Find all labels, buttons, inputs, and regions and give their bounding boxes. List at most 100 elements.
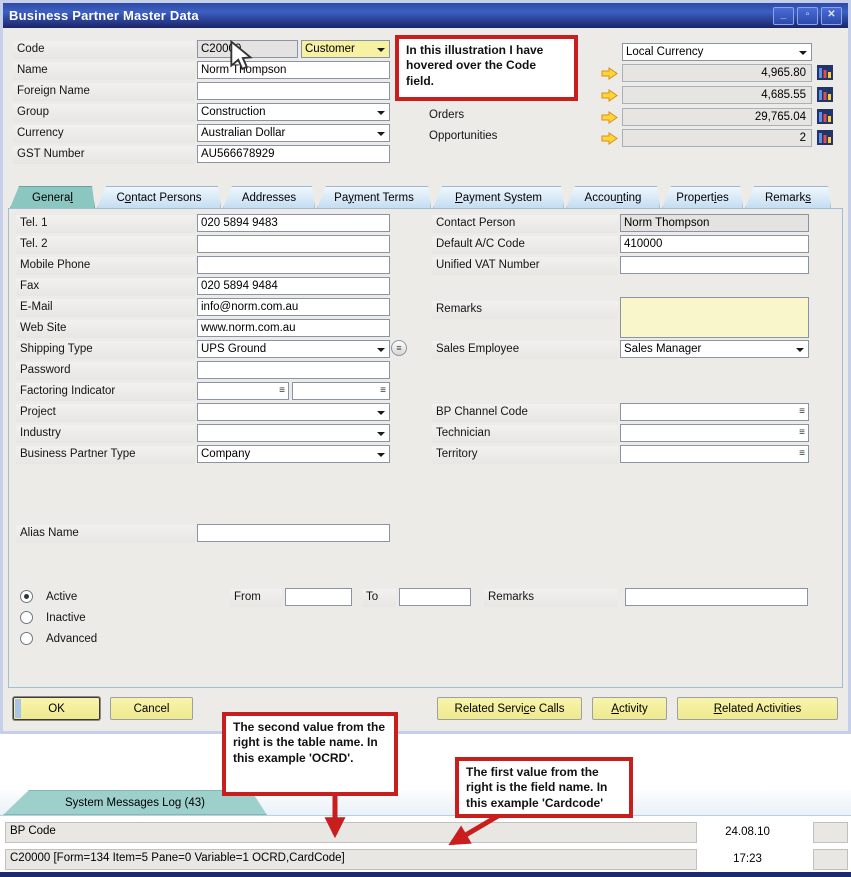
gst-field[interactable]: AU566678929: [197, 145, 390, 163]
advanced-radio[interactable]: [20, 632, 33, 645]
status-field-description: BP Code: [5, 822, 697, 843]
industry-combo[interactable]: [197, 424, 390, 442]
group-combo[interactable]: Construction: [197, 103, 390, 121]
alias-name-field[interactable]: [197, 524, 390, 542]
factoring-indicator-label: Factoring Indicator: [16, 383, 195, 401]
link-arrow-icon[interactable]: [601, 132, 618, 145]
choose-from-list-icon[interactable]: ≡: [799, 427, 805, 439]
contact-person-field[interactable]: Norm Thompson: [620, 214, 809, 232]
territory-label: Territory: [432, 446, 618, 464]
ok-button-accent: [15, 699, 21, 718]
tab-contact-persons[interactable]: Contact Persons: [97, 186, 221, 208]
business-partner-type-combo[interactable]: Company: [197, 445, 390, 463]
shipping-type-label: Shipping Type: [16, 341, 195, 359]
inactive-radio[interactable]: [20, 611, 33, 624]
bp-type-combo[interactable]: Customer: [301, 40, 390, 58]
app-bottom-bar: [0, 872, 851, 877]
unified-vat-field[interactable]: [620, 256, 809, 274]
range-remarks-label: Remarks: [484, 589, 617, 607]
sales-employee-combo[interactable]: Sales Manager: [620, 340, 809, 358]
chevron-down-icon: [377, 453, 385, 457]
choose-from-list-icon[interactable]: ≡: [380, 385, 386, 397]
related-service-calls-button[interactable]: Related Service Calls: [437, 697, 582, 720]
group-label: Group: [13, 104, 195, 122]
email-label: E-Mail: [16, 299, 195, 317]
tab-remarks[interactable]: Remarks: [745, 186, 831, 208]
bp-channel-code-field[interactable]: ≡: [620, 403, 809, 421]
status-extra-field-2: [813, 849, 848, 870]
tab-payment-terms[interactable]: Payment Terms: [317, 186, 431, 208]
website-field[interactable]: www.norm.com.au: [197, 319, 390, 337]
mobile-field[interactable]: [197, 256, 390, 274]
bp-master-data-window: Business Partner Master Data _ ▫ ✕ Code …: [0, 0, 851, 734]
choose-from-list-icon[interactable]: ≡: [799, 406, 805, 418]
chart-icon[interactable]: [816, 86, 834, 103]
link-list-icon[interactable]: ≡: [391, 340, 407, 356]
remarks-field[interactable]: [620, 297, 809, 338]
business-partner-type-label: Business Partner Type: [16, 446, 195, 464]
email-field[interactable]: info@norm.com.au: [197, 298, 390, 316]
tab-addresses[interactable]: Addresses: [223, 186, 315, 208]
status-time: 17:23: [705, 853, 790, 865]
minimize-icon[interactable]: _: [773, 7, 794, 25]
fax-field[interactable]: 020 5894 9484: [197, 277, 390, 295]
tab-properties[interactable]: Properties: [662, 186, 743, 208]
tab-payment-system[interactable]: Payment System: [433, 186, 564, 208]
maximize-icon[interactable]: ▫: [797, 7, 818, 25]
choose-from-list-icon[interactable]: ≡: [279, 385, 285, 397]
project-combo[interactable]: [197, 403, 390, 421]
industry-label: Industry: [16, 425, 195, 443]
shipping-type-combo[interactable]: UPS Ground: [197, 340, 390, 358]
display-currency-combo[interactable]: Local Currency: [622, 43, 812, 61]
window-frame-left: [0, 0, 3, 734]
tab-accounting[interactable]: Accounting: [566, 186, 660, 208]
tel1-field[interactable]: 020 5894 9483: [197, 214, 390, 232]
activity-button[interactable]: Activity: [592, 697, 667, 720]
opportunities-label: Opportunities: [425, 128, 501, 146]
window-title: Business Partner Master Data: [9, 8, 199, 23]
link-arrow-icon[interactable]: [601, 111, 618, 124]
hover-annotation: In this illustration I have hovered over…: [395, 35, 578, 101]
choose-from-list-icon[interactable]: ≡: [799, 448, 805, 460]
alias-name-label: Alias Name: [16, 525, 195, 543]
active-radio[interactable]: [20, 590, 33, 603]
code-label: Code: [13, 41, 195, 59]
factoring-indicator-field-1[interactable]: ≡: [197, 382, 289, 400]
password-field[interactable]: [197, 361, 390, 379]
deliveries-field: 4,685.55: [622, 86, 812, 104]
balance-field: 4,965.80: [622, 64, 812, 82]
range-remarks-field[interactable]: [625, 588, 808, 606]
foreign-name-field[interactable]: [197, 82, 390, 100]
related-activities-button[interactable]: Related Activities: [677, 697, 838, 720]
password-label: Password: [16, 362, 195, 380]
currency-combo[interactable]: Australian Dollar: [197, 124, 390, 142]
orders-field: 29,765.04: [622, 108, 812, 126]
factoring-indicator-field-2[interactable]: ≡: [292, 382, 390, 400]
sales-employee-label: Sales Employee: [432, 341, 618, 359]
cancel-button[interactable]: Cancel: [110, 697, 193, 720]
link-arrow-icon[interactable]: [601, 67, 618, 80]
to-field[interactable]: [399, 588, 471, 606]
link-arrow-icon[interactable]: [601, 89, 618, 102]
table-name-annotation: The second value from the right is the t…: [222, 712, 398, 796]
tab-general[interactable]: General: [10, 186, 95, 208]
default-ac-code-field[interactable]: 410000: [620, 235, 809, 253]
window-frame-bottom: [0, 731, 851, 734]
technician-label: Technician: [432, 425, 618, 443]
ok-button[interactable]: OK: [13, 697, 100, 720]
currency-label: Currency: [13, 125, 195, 143]
chart-icon[interactable]: [816, 108, 834, 125]
chevron-down-icon: [799, 51, 807, 55]
technician-field[interactable]: ≡: [620, 424, 809, 442]
active-radio-label: Active: [42, 589, 81, 607]
orders-label: Orders: [425, 107, 468, 125]
from-field[interactable]: [285, 588, 352, 606]
tel2-field[interactable]: [197, 235, 390, 253]
title-bar[interactable]: Business Partner Master Data _ ▫ ✕: [3, 3, 848, 28]
close-icon[interactable]: ✕: [821, 7, 842, 25]
chart-icon[interactable]: [816, 64, 834, 81]
chevron-down-icon: [377, 111, 385, 115]
territory-field[interactable]: ≡: [620, 445, 809, 463]
chart-icon[interactable]: [816, 129, 834, 146]
project-label: Project: [16, 404, 195, 422]
